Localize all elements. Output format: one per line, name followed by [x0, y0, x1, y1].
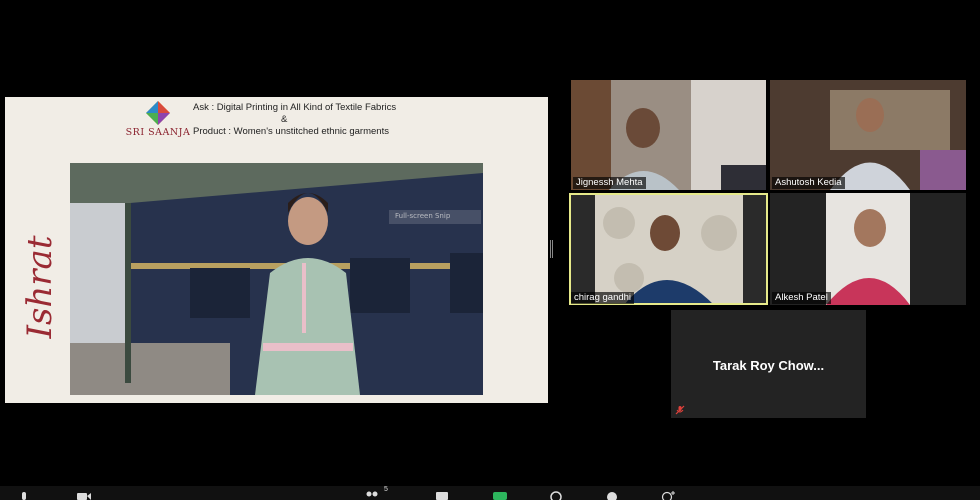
- ask-line: Ask : Digital Printing in All Kind of Te…: [193, 102, 397, 113]
- product-photo: [70, 163, 483, 395]
- participant-name: chirag gandhi: [571, 292, 635, 304]
- participant-name: Tarak Roy Chow...: [712, 358, 825, 373]
- ampersand: &: [281, 114, 288, 125]
- train-photo-illustration: [70, 163, 483, 395]
- participants-icon[interactable]: [364, 490, 380, 500]
- participant-count: 5: [384, 486, 388, 493]
- resize-handle[interactable]: [550, 240, 553, 258]
- participant-tile[interactable]: Tarak Roy Chow...: [671, 310, 866, 418]
- brand-logo: SRI SAANJA: [122, 101, 194, 139]
- video-feed-alkesh: [770, 193, 966, 305]
- participant-tile[interactable]: Ashutosh Kedia: [770, 80, 966, 190]
- model-name: Ishrat: [20, 235, 60, 339]
- fullscreen-snip-label: Full-screen Snip: [389, 210, 481, 224]
- video-feed-jignessh: [571, 80, 766, 190]
- chat-icon[interactable]: [434, 490, 450, 500]
- video-feed-chirag: [569, 193, 768, 305]
- meeting-toolbar: 5: [0, 486, 980, 500]
- participant-name: Alkesh Patel: [772, 292, 831, 304]
- participant-name: Jignessh Mehta: [573, 177, 646, 189]
- logo-mark-icon: [146, 101, 170, 125]
- microphone-icon[interactable]: [16, 490, 32, 500]
- participant-name: Ashutosh Kedia: [772, 177, 845, 189]
- help-icon[interactable]: [604, 490, 620, 500]
- active-speaker-tile[interactable]: chirag gandhi: [569, 193, 768, 305]
- logo-text: SRI SAANJA: [125, 127, 191, 138]
- share-screen-icon[interactable]: [492, 490, 508, 500]
- video-camera-icon[interactable]: [76, 490, 92, 500]
- reactions-icon[interactable]: [660, 490, 676, 500]
- shared-screen: SRI SAANJA Ask : Digital Printing in All…: [5, 97, 548, 403]
- video-feed-ashutosh: [770, 80, 966, 190]
- muted-mic-icon: [675, 405, 685, 415]
- participant-tile[interactable]: Alkesh Patel: [770, 193, 966, 305]
- product-line: Product : Women's unstitched ethnic garm…: [193, 126, 389, 137]
- record-icon[interactable]: [548, 490, 564, 500]
- participant-tile[interactable]: Jignessh Mehta: [571, 80, 766, 190]
